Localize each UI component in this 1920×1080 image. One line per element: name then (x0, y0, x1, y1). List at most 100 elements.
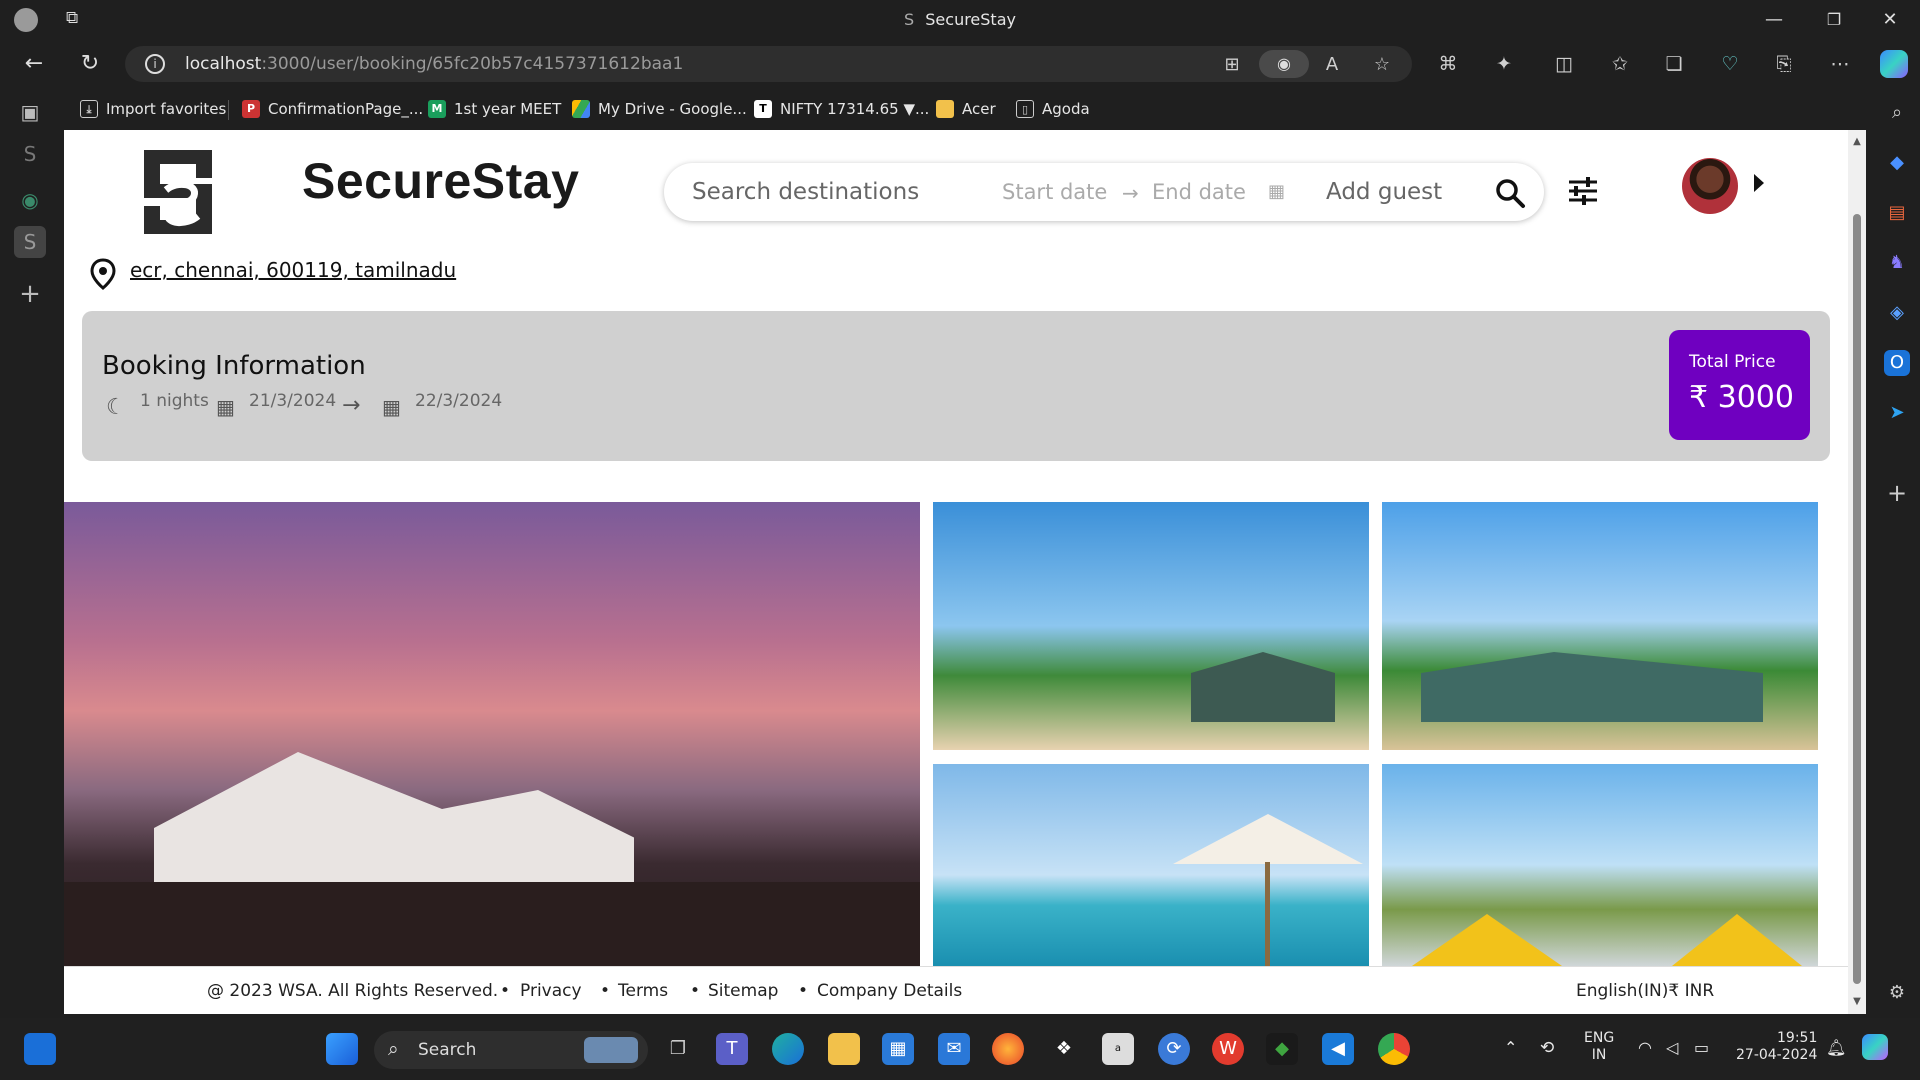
teams-icon[interactable]: T (716, 1033, 748, 1065)
windows-taskbar: ⌕ Search ❐ T ▦ ✉ ❖ a ⟳ W ◆ ◀ ⌃ ⟲ ENG IN … (0, 1018, 1920, 1080)
destination-input[interactable]: Search destinations (692, 179, 919, 205)
taskbar-search[interactable]: ⌕ Search (374, 1031, 648, 1069)
sidebar-settings-icon[interactable]: ⚙ (1884, 980, 1910, 1006)
footer-locale[interactable]: English(IN)₹ INR (1576, 981, 1714, 1001)
back-button[interactable]: ← (18, 50, 50, 78)
dropbox-icon[interactable]: ❖ (1048, 1033, 1080, 1065)
favorite-nifty[interactable]: T NIFTY 17314.65 ▼... (754, 98, 929, 120)
favorite-acer[interactable]: Acer (936, 98, 996, 120)
sidebar-tools-icon[interactable]: ▤ (1884, 200, 1910, 226)
file-explorer-icon[interactable] (828, 1033, 860, 1065)
sync-status-icon[interactable]: ⟲ (1540, 1038, 1554, 1058)
extensions-icon[interactable]: ✦ (1490, 50, 1518, 78)
property-address-link[interactable]: ecr, chennai, 600119, tamilnadu (130, 258, 456, 282)
favorites-icon[interactable]: ✩ (1606, 50, 1634, 78)
favorite-star-icon[interactable]: ☆ (1371, 54, 1393, 76)
vscode-icon[interactable]: ◀ (1322, 1033, 1354, 1065)
guest-input[interactable]: Add guest (1326, 179, 1442, 205)
battery-icon[interactable]: ▭ (1694, 1038, 1709, 1057)
tab-securestay-active-icon[interactable]: S (14, 226, 46, 258)
favorite-drive[interactable]: My Drive - Google... (572, 98, 747, 120)
browser-essentials-icon[interactable]: ♡ (1716, 50, 1744, 78)
tray-overflow-icon[interactable]: ⌃ (1504, 1038, 1517, 1057)
wps-office-icon[interactable]: W (1212, 1033, 1244, 1065)
collections-icon[interactable]: ❏ (1660, 50, 1688, 78)
search-bar[interactable]: Search destinations Start date → End dat… (664, 163, 1544, 221)
read-aloud-icon[interactable]: A (1321, 54, 1343, 76)
footer-link-privacy[interactable]: Privacy (520, 981, 582, 1001)
translate-icon[interactable]: ⌘ (1434, 50, 1462, 78)
favorite-confirmationpage[interactable]: P ConfirmationPage_... (242, 98, 423, 120)
sync-app-icon[interactable]: ⟳ (1158, 1033, 1190, 1065)
mongodb-compass-icon[interactable]: ◆ (1266, 1033, 1298, 1065)
url-text[interactable]: localhost:3000/user/booking/65fc20b57c41… (185, 54, 683, 74)
language-indicator[interactable]: ENG IN (1584, 1030, 1614, 1064)
minimize-button[interactable]: — (1754, 6, 1794, 34)
scroll-down-icon[interactable]: ▼ (1851, 996, 1863, 1007)
more-icon[interactable]: ⋯ (1826, 50, 1854, 78)
edge-icon[interactable] (772, 1033, 804, 1065)
refresh-button[interactable]: ↻ (74, 50, 106, 78)
gallery-image-beach-umbrella[interactable] (933, 764, 1369, 966)
volume-icon[interactable]: ◁ (1666, 1038, 1678, 1057)
sidebar-search-icon[interactable]: ⌕ (1884, 100, 1910, 126)
sidebar-outlook-icon[interactable]: O (1884, 350, 1910, 376)
search-icon[interactable] (1494, 177, 1526, 209)
site-info-icon[interactable]: i (145, 54, 165, 74)
moon-icon: ☾ (106, 395, 126, 420)
amazon-icon[interactable]: a (1102, 1033, 1134, 1065)
share-icon[interactable]: ⎘ (1770, 50, 1798, 78)
sidebar-send-icon[interactable]: ➤ (1884, 400, 1910, 426)
close-button[interactable]: ✕ (1870, 6, 1910, 34)
store-icon[interactable]: ▦ (882, 1033, 914, 1065)
end-date-input[interactable]: End date (1152, 180, 1246, 204)
gallery-image-beach-resort-1[interactable] (933, 502, 1369, 750)
profile-menu-caret-icon[interactable] (1754, 174, 1764, 192)
tracking-prevention-icon[interactable]: ◉ (1259, 50, 1309, 78)
split-screen-icon[interactable]: ◫ (1550, 50, 1578, 78)
sidebar-copilot-icon[interactable]: ◈ (1884, 300, 1910, 326)
start-date-input[interactable]: Start date (1002, 180, 1107, 204)
footer-link-terms[interactable]: Terms (618, 981, 668, 1001)
scroll-up-icon[interactable]: ▲ (1851, 136, 1863, 147)
favorite-import[interactable]: ⤓ Import favorites (80, 98, 226, 120)
favorites-divider (228, 100, 229, 120)
favorite-agoda[interactable]: ▯ Agoda (1016, 98, 1090, 120)
chrome-icon[interactable] (1378, 1033, 1410, 1065)
task-view-icon[interactable]: ❐ (662, 1033, 694, 1065)
tab-securestay-icon[interactable]: S (14, 138, 46, 170)
gallery-image-beach-resort-2[interactable] (1382, 502, 1818, 750)
brand-name[interactable]: SecureStay (302, 152, 579, 210)
notifications-icon[interactable]: 🔔︎ (1826, 1038, 1846, 1057)
address-bar[interactable]: i localhost:3000/user/booking/65fc20b57c… (125, 46, 1412, 82)
gallery-main-image[interactable] (64, 502, 920, 966)
copilot-taskbar-icon[interactable] (1862, 1034, 1888, 1060)
securestay-logo[interactable] (136, 144, 220, 240)
scrollbar-thumb[interactable] (1853, 214, 1861, 984)
user-avatar[interactable] (1682, 158, 1738, 214)
footer-link-company-details[interactable]: Company Details (817, 981, 962, 1001)
start-icon[interactable] (326, 1033, 358, 1065)
firefox-icon[interactable] (992, 1033, 1024, 1065)
favorite-meet[interactable]: M 1st year MEET (428, 98, 561, 120)
apps-icon[interactable]: ⊞ (1221, 54, 1243, 76)
sidebar-games-icon[interactable]: ♞ (1884, 250, 1910, 276)
tab-chatgpt-icon[interactable]: ◉ (14, 184, 46, 216)
new-tab-icon[interactable]: + (14, 278, 46, 310)
wifi-icon[interactable]: ◠ (1638, 1038, 1652, 1057)
favorite-label: 1st year MEET (454, 100, 562, 118)
copilot-icon[interactable] (1880, 50, 1908, 78)
mail-icon[interactable]: ✉ (938, 1033, 970, 1065)
calendar-icon[interactable]: ▦ (1268, 181, 1285, 202)
filter-sliders-icon[interactable] (1566, 174, 1600, 208)
page-scrollbar[interactable]: ▲ ▼ (1848, 130, 1866, 1014)
gallery-image-pool-umbrellas[interactable] (1382, 764, 1818, 966)
sidebar-add-icon[interactable]: + (1884, 480, 1910, 506)
widgets-icon[interactable] (24, 1033, 56, 1065)
sidebar-shopping-icon[interactable]: ◆ (1884, 150, 1910, 176)
maximize-button[interactable]: ❐ (1814, 6, 1854, 34)
footer-link-sitemap[interactable]: Sitemap (708, 981, 778, 1001)
import-icon: ⤓ (80, 100, 98, 118)
clock[interactable]: 19:51 27-04-2024 (1736, 1030, 1817, 1064)
tab-actions-icon[interactable]: ▣ (14, 96, 46, 128)
